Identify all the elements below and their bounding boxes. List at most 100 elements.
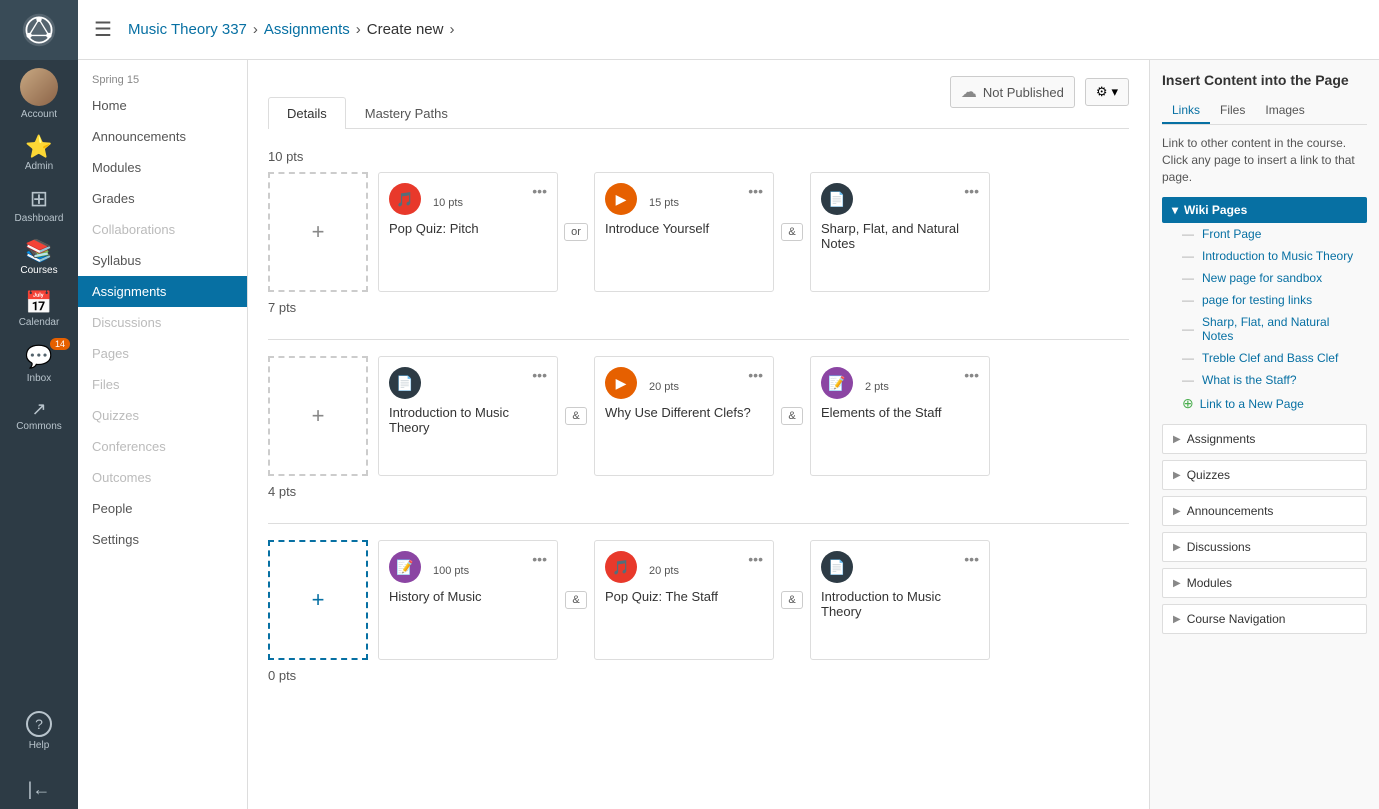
wiki-pages-label: Wiki Pages xyxy=(1184,203,1247,217)
card-title-why-clefs[interactable]: Why Use Different Clefs? xyxy=(605,405,763,420)
canvas-logo[interactable] xyxy=(0,0,78,60)
course-nav-people[interactable]: People xyxy=(78,493,247,524)
group-1-add-button[interactable]: + xyxy=(268,172,368,292)
card-menu-sharp-flat-natural[interactable]: ••• xyxy=(964,183,979,199)
card-title-sharp-flat-natural[interactable]: Sharp, Flat, and Natural Notes xyxy=(821,221,979,251)
sidebar-item-label: Account xyxy=(21,109,57,120)
tab-details[interactable]: Details xyxy=(268,97,346,129)
wiki-item-new-sandbox[interactable]: New page for sandbox xyxy=(1162,267,1367,289)
wiki-item-sharp-flat-natural[interactable]: Sharp, Flat, and Natural Notes xyxy=(1162,311,1367,347)
page-main: Details Mastery Paths ☁ Not Published ⚙ … xyxy=(248,60,1149,809)
card-title-history-music[interactable]: History of Music xyxy=(389,589,547,604)
group-1-pts-bottom: 7 pts xyxy=(268,300,1129,315)
rp-section-quizzes: ▶ Quizzes xyxy=(1162,460,1367,490)
card-title-introduce-yourself[interactable]: Introduce Yourself xyxy=(605,221,763,236)
sidebar-item-commons[interactable]: ↗ Commons xyxy=(0,392,78,440)
tab-mastery-paths[interactable]: Mastery Paths xyxy=(346,97,467,129)
sidebar-item-label: Inbox xyxy=(27,373,51,384)
sidebar-item-dashboard[interactable]: ⊞ Dashboard xyxy=(0,180,78,232)
rp-section-course-navigation: ▶ Course Navigation xyxy=(1162,604,1367,634)
wiki-item-what-is-staff[interactable]: What is the Staff? xyxy=(1162,369,1367,391)
wiki-item-intro-music-theory[interactable]: Introduction to Music Theory xyxy=(1162,245,1367,267)
group-1-cards: 🎵 10 pts ••• Pop Quiz: Pitch or xyxy=(378,172,1129,292)
rp-section-quizzes-header[interactable]: ▶ Quizzes xyxy=(1163,461,1366,489)
dashboard-icon: ⊞ xyxy=(30,188,48,210)
sidebar-item-label: Commons xyxy=(16,421,62,432)
sidebar-item-label: Dashboard xyxy=(15,213,64,224)
collapse-sidebar-button[interactable]: |← xyxy=(0,769,78,809)
card-icon-introduce-yourself: ▶ xyxy=(605,183,637,215)
rp-section-assignments-label: Assignments xyxy=(1187,432,1256,446)
card-sharp-flat-natural: 📄 ••• Sharp, Flat, and Natural Notes xyxy=(810,172,990,292)
card-menu-elements-staff[interactable]: ••• xyxy=(964,367,979,383)
sidebar-item-inbox[interactable]: 💬 14 Inbox xyxy=(0,336,78,392)
rp-section-announcements-header[interactable]: ▶ Announcements xyxy=(1163,497,1366,525)
card-menu-intro-music-theory[interactable]: ••• xyxy=(532,367,547,383)
group-3-pts-bottom: 0 pts xyxy=(268,668,1129,683)
rp-section-announcements: ▶ Announcements xyxy=(1162,496,1367,526)
card-menu-why-clefs[interactable]: ••• xyxy=(748,367,763,383)
wiki-add-new-page-button[interactable]: ⊕ Link to a New Page xyxy=(1162,391,1367,416)
hamburger-menu-icon[interactable]: ☰ xyxy=(94,17,112,42)
wiki-item-testing-links[interactable]: page for testing links xyxy=(1162,289,1367,311)
group-3-add-button[interactable]: + xyxy=(268,540,368,660)
rp-section-modules-label: Modules xyxy=(1187,576,1232,590)
sidebar-item-account[interactable]: Account xyxy=(0,60,78,128)
term-label: Spring 15 xyxy=(78,68,248,90)
group-2-add-button[interactable]: + xyxy=(268,356,368,476)
card-history-of-music: 📝 100 pts ••• History of Music xyxy=(378,540,558,660)
rp-tab-files[interactable]: Files xyxy=(1210,98,1255,124)
card-title-pop-quiz-staff[interactable]: Pop Quiz: The Staff xyxy=(605,589,763,604)
course-nav-grades[interactable]: Grades xyxy=(78,183,247,214)
card-title-elements-staff[interactable]: Elements of the Staff xyxy=(821,405,979,420)
card-menu-intro-music-theory-2[interactable]: ••• xyxy=(964,551,979,567)
card-elements-staff: 📝 2 pts ••• Elements of the Staff xyxy=(810,356,990,476)
breadcrumb: Music Theory 337 › Assignments › Create … xyxy=(128,21,455,38)
topbar: ☰ Music Theory 337 › Assignments › Creat… xyxy=(78,0,1379,60)
card-menu-pop-quiz-pitch[interactable]: ••• xyxy=(532,183,547,199)
rp-section-assignments-header[interactable]: ▶ Assignments xyxy=(1163,425,1366,453)
card-menu-history-music[interactable]: ••• xyxy=(532,551,547,567)
card-title-pop-quiz-pitch[interactable]: Pop Quiz: Pitch xyxy=(389,221,547,236)
card-pop-quiz-staff: 🎵 20 pts ••• Pop Quiz: The Staff xyxy=(594,540,774,660)
gear-settings-button[interactable]: ⚙ ▾ xyxy=(1085,78,1129,106)
card-pts-why-clefs: 20 pts xyxy=(649,381,679,393)
right-panel-description: Link to other content in the course. Cli… xyxy=(1162,135,1367,185)
course-nav-outcomes: Outcomes xyxy=(78,462,247,493)
inbox-icon: 💬 xyxy=(25,344,52,370)
course-nav-settings[interactable]: Settings xyxy=(78,524,247,555)
card-icon-pop-quiz-staff: 🎵 xyxy=(605,551,637,583)
chevron-right-icon: ▶ xyxy=(1173,614,1181,625)
card-title-intro-music-theory[interactable]: Introduction to Music Theory xyxy=(389,405,547,435)
wiki-pages-header[interactable]: ▾ Wiki Pages xyxy=(1162,197,1367,223)
card-why-different-clefs: ▶ 20 pts ••• Why Use Different Clefs? xyxy=(594,356,774,476)
group-2-cards: 📄 ••• Introduction to Music Theory & xyxy=(378,356,1129,476)
card-menu-pop-quiz-staff[interactable]: ••• xyxy=(748,551,763,567)
card-title-intro-music-theory-2[interactable]: Introduction to Music Theory xyxy=(821,589,979,619)
rp-tab-links[interactable]: Links xyxy=(1162,98,1210,124)
course-nav-modules[interactable]: Modules xyxy=(78,152,247,183)
sidebar-item-calendar[interactable]: 📅 Calendar xyxy=(0,284,78,336)
sidebar-item-courses[interactable]: 📚 Courses xyxy=(0,232,78,284)
sidebar-item-admin[interactable]: ⭐ Admin xyxy=(0,128,78,180)
wiki-item-front-page[interactable]: Front Page xyxy=(1162,223,1367,245)
group-2-pts-bottom: 4 pts xyxy=(268,484,1129,499)
rp-section-discussions-header[interactable]: ▶ Discussions xyxy=(1163,533,1366,561)
avatar xyxy=(20,68,58,106)
rp-section-discussions-label: Discussions xyxy=(1187,540,1251,554)
course-nav-assignments[interactable]: Assignments xyxy=(78,276,247,307)
course-nav-announcements[interactable]: Announcements xyxy=(78,121,247,152)
breadcrumb-course[interactable]: Music Theory 337 xyxy=(128,21,247,38)
rp-section-modules-header[interactable]: ▶ Modules xyxy=(1163,569,1366,597)
sidebar-item-help[interactable]: ? Help xyxy=(0,703,78,759)
course-nav-syllabus[interactable]: Syllabus xyxy=(78,245,247,276)
rp-section-course-navigation-header[interactable]: ▶ Course Navigation xyxy=(1163,605,1366,633)
sidebar: Account ⭐ Admin ⊞ Dashboard 📚 Courses 📅 … xyxy=(0,0,78,809)
wiki-item-treble-clef[interactable]: Treble Clef and Bass Clef xyxy=(1162,347,1367,369)
group-2-row: + 📄 ••• Introduction to Music Theory xyxy=(268,356,1129,476)
breadcrumb-section[interactable]: Assignments xyxy=(264,21,350,38)
course-nav-collaborations: Collaborations xyxy=(78,214,247,245)
course-nav-home[interactable]: Home xyxy=(78,90,247,121)
rp-tab-images[interactable]: Images xyxy=(1255,98,1314,124)
card-menu-introduce-yourself[interactable]: ••• xyxy=(748,183,763,199)
